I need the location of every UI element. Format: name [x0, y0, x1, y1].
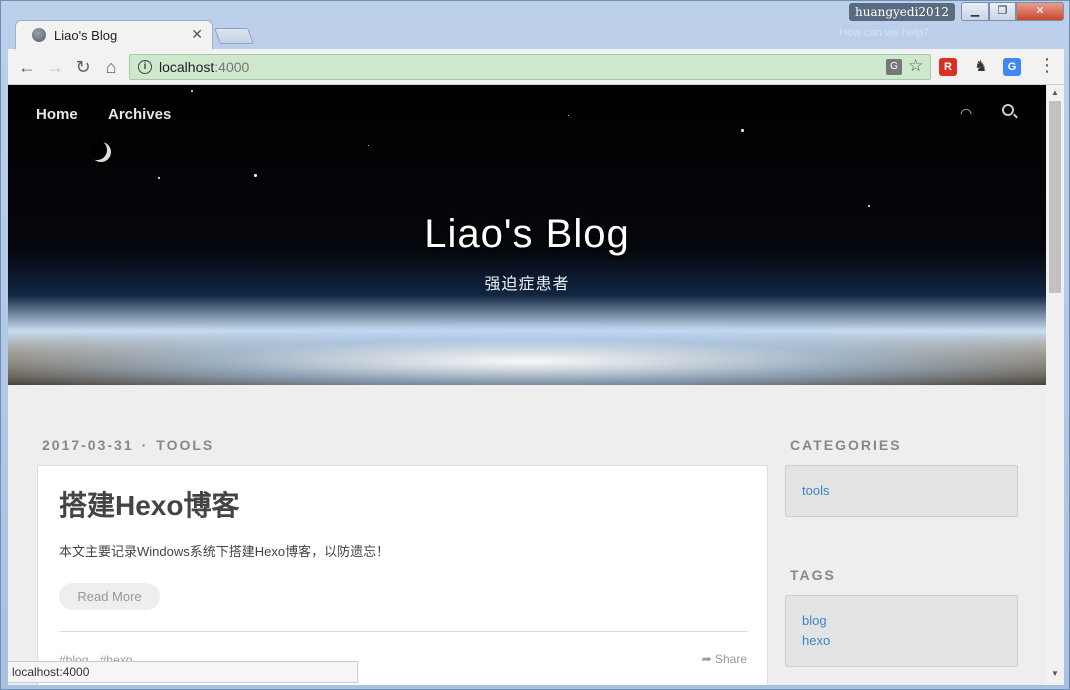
evernote-icon[interactable]: ♞ — [972, 58, 990, 76]
close-tab-icon[interactable]: ✕ — [191, 26, 203, 43]
post-title[interactable]: 搭建Hexo博客 — [59, 484, 239, 524]
post-divider — [59, 631, 748, 632]
read-more-button[interactable]: Read More — [59, 583, 160, 610]
tab-liaos-blog[interactable]: Liao's Blog ✕ — [15, 20, 213, 50]
star-decoration — [741, 129, 744, 132]
page-viewport: Home Archives ◠ Liao's Blog 强迫症患者 2017-0… — [8, 85, 1064, 685]
moon-decoration — [91, 142, 111, 162]
google-translate-icon[interactable]: G — [1003, 58, 1021, 76]
url-host: localhost — [159, 59, 215, 75]
share-label: Share — [714, 652, 747, 666]
translate-icon[interactable]: G — [886, 59, 902, 75]
reload-icon[interactable]: ↻ — [72, 56, 94, 78]
tag-link[interactable]: hexo — [802, 633, 830, 648]
tag-link[interactable]: blog — [802, 613, 827, 628]
nav-archives-link[interactable]: Archives — [108, 106, 171, 123]
search-icon[interactable] — [1002, 104, 1014, 116]
titlebar-ghost-text: How can we help? — [839, 27, 929, 39]
url-text: localhost:4000 — [159, 59, 249, 75]
site-subtitle: 强迫症患者 — [484, 276, 570, 293]
favicon-icon — [32, 28, 46, 42]
new-tab-button[interactable] — [214, 28, 254, 44]
star-decoration — [254, 174, 257, 177]
minimize-button[interactable]: ▁ — [961, 2, 989, 21]
hero-banner: Home Archives ◠ Liao's Blog 强迫症患者 — [8, 85, 1046, 385]
category-link[interactable]: tools — [802, 483, 829, 498]
vertical-scrollbar[interactable]: ▲ ▼ — [1046, 85, 1064, 685]
post-meta: 2017-03-31 · TOOLS — [42, 437, 214, 453]
star-decoration — [158, 177, 160, 179]
rss-icon[interactable]: ◠ — [960, 105, 972, 122]
info-icon[interactable]: i — [138, 60, 152, 74]
browser-toolbar: ← → ↻ ⌂ i localhost:4000 G ☆ R ♞ G ⋮ — [8, 49, 1064, 85]
post-category[interactable]: TOOLS — [156, 437, 214, 453]
close-window-button[interactable]: ✕ — [1016, 2, 1064, 21]
address-bar[interactable]: i localhost:4000 G ☆ — [129, 54, 931, 80]
bookmark-star-icon[interactable]: ☆ — [908, 56, 923, 76]
categories-heading: CATEGORIES — [790, 437, 902, 453]
meta-separator: · — [141, 437, 149, 453]
star-decoration — [568, 115, 569, 116]
tab-title: Liao's Blog — [54, 28, 118, 43]
star-decoration — [868, 205, 870, 207]
scroll-thumb[interactable] — [1049, 101, 1061, 293]
status-bar: localhost:4000 — [8, 661, 358, 683]
home-icon[interactable]: ⌂ — [100, 56, 122, 78]
post-date: 2017-03-31 — [42, 437, 134, 453]
nav-home-link[interactable]: Home — [36, 106, 78, 123]
site-title: Liao's Blog — [424, 212, 630, 256]
share-icon: ➦ — [701, 652, 712, 666]
forward-arrow-icon[interactable]: → — [44, 56, 66, 78]
tags-heading: TAGS — [790, 567, 836, 583]
back-arrow-icon[interactable]: ← — [16, 56, 38, 78]
url-port: :4000 — [214, 59, 250, 75]
share-button[interactable]: ➦ Share — [702, 652, 747, 666]
profile-badge[interactable]: huangyedi2012 — [849, 3, 955, 21]
categories-box: tools — [785, 465, 1018, 517]
star-decoration — [368, 145, 369, 146]
scroll-down-icon[interactable]: ▼ — [1051, 669, 1059, 678]
star-decoration — [191, 90, 193, 92]
maximize-button[interactable]: ❐ — [989, 2, 1016, 21]
browser-window: huangyedi2012 ▁ ❐ ✕ How can we help? Lia… — [0, 0, 1070, 690]
tags-box: blog hexo — [785, 595, 1018, 667]
menu-kebab-icon[interactable]: ⋮ — [1038, 55, 1056, 76]
post-excerpt: 本文主要记录Windows系统下搭建Hexo博客，以防遗忘！ — [59, 544, 390, 559]
post-card: 搭建Hexo博客 本文主要记录Windows系统下搭建Hexo博客，以防遗忘！ … — [37, 465, 768, 685]
scroll-up-icon[interactable]: ▲ — [1051, 88, 1059, 97]
extension-red-icon[interactable]: R — [939, 58, 957, 76]
